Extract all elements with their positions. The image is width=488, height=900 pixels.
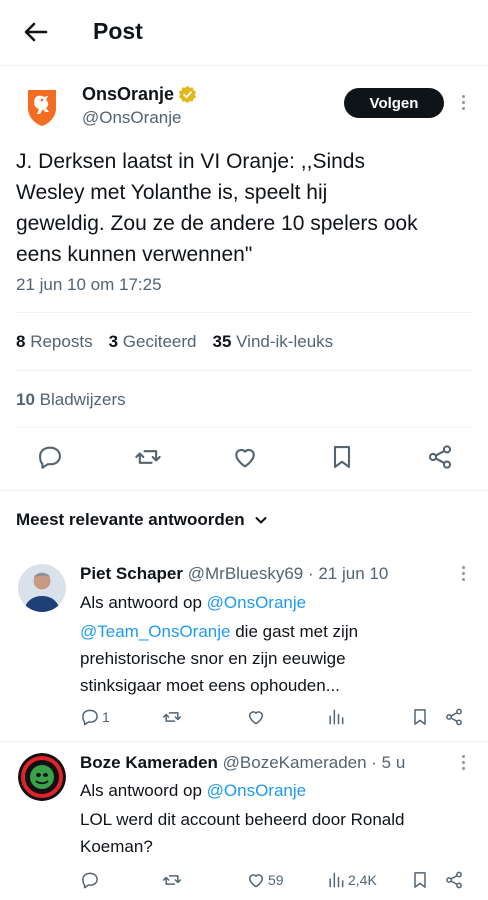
orange-lion-logo-icon bbox=[28, 90, 56, 126]
reposts-label: Reposts bbox=[30, 332, 93, 351]
reply-button[interactable] bbox=[80, 869, 102, 891]
reply-context: Als antwoord op @OnsOranje bbox=[80, 777, 306, 804]
reply-text: die gast met zijn bbox=[230, 622, 359, 641]
reply-prefix: Als antwoord op bbox=[80, 781, 202, 800]
more-options-icon[interactable] bbox=[462, 566, 466, 584]
engagement-stats: 8 Reposts 3 Geciteerd 35 Vind-ik-leuks bbox=[16, 332, 333, 352]
share-icon[interactable] bbox=[426, 443, 454, 471]
reply-handle-time[interactable]: @BozeKameraden · 5 u bbox=[223, 753, 406, 772]
user-photo bbox=[18, 564, 66, 612]
post-text-line: geweldig. Zou ze de andere 10 spelers oo… bbox=[16, 212, 418, 235]
views-icon bbox=[329, 709, 344, 725]
reply-text-line: stinksigaar moet eens ophouden... bbox=[80, 676, 340, 695]
share-icon bbox=[446, 871, 462, 889]
repost-icon bbox=[162, 875, 182, 885]
reply-text-line: LOL werd dit account beheerd door Ronald bbox=[80, 810, 405, 829]
post-text-line: Wesley met Yolanthe is, speelt hij bbox=[16, 181, 328, 204]
like-button[interactable]: 59 bbox=[246, 869, 284, 891]
divider bbox=[0, 741, 488, 742]
views-button[interactable]: 2,4K bbox=[326, 869, 377, 891]
quotes-label: Geciteerd bbox=[122, 332, 197, 351]
reply-text-line: @Team_OnsOranje die gast met zijn bbox=[80, 618, 358, 645]
bookmark-icon bbox=[414, 872, 426, 888]
heart-icon bbox=[249, 711, 263, 725]
likes-stat[interactable]: 35 Vind-ik-leuks bbox=[212, 332, 333, 352]
reply-header: Boze Kameraden @BozeKameraden · 5 u bbox=[80, 753, 405, 773]
bookmark-icon[interactable] bbox=[328, 443, 356, 471]
reply-to-mention[interactable]: @OnsOranje bbox=[207, 593, 306, 612]
reply-handle-time[interactable]: @MrBluesky69 · 21 jun 10 bbox=[188, 564, 389, 583]
reposts-stat[interactable]: 8 Reposts bbox=[16, 332, 93, 352]
reply-avatar[interactable] bbox=[18, 753, 66, 801]
repost-icon bbox=[162, 712, 182, 722]
share-button[interactable] bbox=[444, 706, 464, 728]
reply-text-line: Koeman? bbox=[80, 837, 153, 856]
bookmark-button[interactable] bbox=[410, 869, 430, 891]
post-text-line: eens kunnen verwennen" bbox=[16, 243, 253, 266]
reply-author-name[interactable]: Piet Schaper bbox=[80, 564, 183, 583]
views-button[interactable] bbox=[326, 706, 348, 728]
reply-button[interactable]: 1 bbox=[80, 706, 110, 728]
chevron-down-icon bbox=[255, 517, 267, 524]
reply-icon bbox=[82, 872, 98, 889]
quotes-stat[interactable]: 3 Geciteerd bbox=[109, 332, 197, 352]
share-icon bbox=[446, 708, 462, 726]
repost-button[interactable] bbox=[162, 869, 182, 891]
reply-header: Piet Schaper @MrBluesky69 · 21 jun 10 bbox=[80, 564, 388, 584]
bookmarks-stat[interactable]: 10 Bladwijzers bbox=[16, 390, 126, 410]
bookmark-icon bbox=[414, 709, 426, 725]
mention-link[interactable]: @Team_OnsOranje bbox=[80, 622, 231, 641]
club-logo-avatar bbox=[18, 753, 66, 801]
follow-button[interactable]: Volgen bbox=[344, 88, 444, 118]
reposts-count: 8 bbox=[16, 332, 26, 351]
reply-avatar[interactable] bbox=[18, 564, 66, 612]
share-button[interactable] bbox=[444, 869, 464, 891]
post-text: J. Derksen laatst in VI Oranje: ,,Sinds … bbox=[16, 146, 476, 270]
heart-icon bbox=[249, 874, 263, 888]
view-count: 2,4K bbox=[348, 872, 377, 888]
post-text-line: J. Derksen laatst in VI Oranje: ,,Sinds bbox=[16, 150, 365, 173]
bookmarks-count: 10 bbox=[16, 390, 35, 409]
like-icon[interactable] bbox=[231, 443, 259, 471]
reply-author-name[interactable]: Boze Kameraden bbox=[80, 753, 218, 772]
page-title: Post bbox=[93, 18, 143, 44]
reply-context: Als antwoord op @OnsOranje bbox=[80, 589, 306, 616]
bookmarks-label: Bladwijzers bbox=[39, 390, 126, 409]
divider bbox=[0, 490, 488, 491]
sort-label: Meest relevante antwoorden bbox=[16, 510, 245, 529]
divider bbox=[16, 427, 472, 428]
replies-sort-dropdown[interactable]: Meest relevante antwoorden bbox=[16, 510, 269, 530]
top-bar: Post bbox=[0, 0, 488, 66]
post-timestamp[interactable]: 21 jun 10 om 17:25 bbox=[16, 275, 162, 295]
reply-text-line: prehistorische snor en zijn eeuwige bbox=[80, 649, 346, 668]
more-options-icon[interactable] bbox=[462, 755, 466, 773]
more-options-icon[interactable] bbox=[462, 95, 466, 113]
bookmark-button[interactable] bbox=[410, 706, 430, 728]
repost-button[interactable] bbox=[162, 706, 182, 728]
repost-icon[interactable] bbox=[134, 443, 162, 471]
author-name-text: OnsOranje bbox=[82, 84, 175, 104]
reply-prefix: Als antwoord op bbox=[80, 593, 202, 612]
quotes-count: 3 bbox=[108, 332, 119, 351]
views-icon bbox=[329, 872, 344, 888]
divider bbox=[16, 312, 472, 313]
reply-count: 1 bbox=[102, 709, 110, 725]
reply-icon bbox=[82, 709, 98, 726]
like-button[interactable] bbox=[246, 706, 268, 728]
reply-icon[interactable] bbox=[36, 443, 64, 471]
likes-count: 35 bbox=[212, 332, 232, 351]
author-handle[interactable]: @OnsOranje bbox=[82, 108, 181, 128]
reply-to-mention[interactable]: @OnsOranje bbox=[207, 781, 306, 800]
brand-avatar[interactable] bbox=[18, 82, 66, 130]
divider bbox=[16, 370, 472, 371]
author-name[interactable]: OnsOranje bbox=[82, 84, 197, 105]
reply-action-bar: 59 2,4K bbox=[76, 869, 476, 893]
post-action-bar bbox=[0, 443, 488, 473]
like-count: 59 bbox=[268, 872, 284, 888]
reply-action-bar: 1 bbox=[76, 706, 476, 730]
likes-label: Vind-ik-leuks bbox=[236, 332, 334, 351]
back-arrow-icon[interactable] bbox=[20, 16, 52, 48]
verified-badge-icon bbox=[178, 85, 197, 104]
